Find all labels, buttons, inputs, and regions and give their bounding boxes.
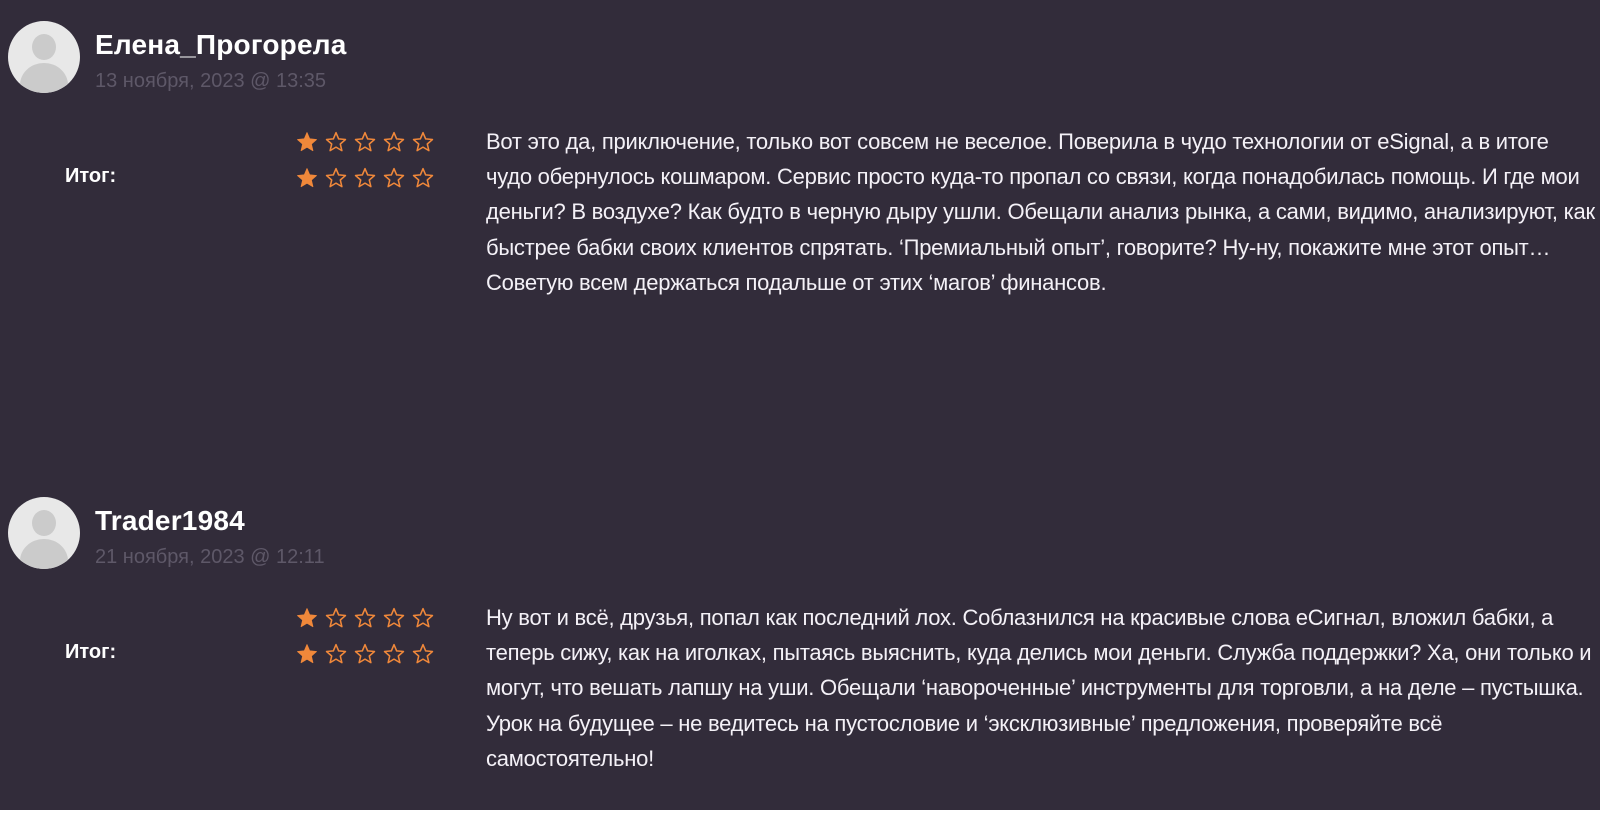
- star-filled-icon: [297, 168, 317, 188]
- rating-label: Итог:: [65, 165, 117, 187]
- review-card: Елена_Прогорела 13 ноября, 2023 @ 13:35 …: [0, 21, 1600, 361]
- star-outline-icon: [325, 131, 347, 152]
- avatar-icon: [8, 21, 80, 93]
- review-author: Елена_Прогорела: [95, 29, 347, 60]
- review-date: 21 ноября, 2023 @ 12:11: [95, 546, 325, 568]
- review-date: 13 ноября, 2023 @ 13:35: [95, 70, 327, 92]
- avatar-icon: [8, 497, 80, 569]
- star-outline-icon: [325, 643, 347, 664]
- review-text: Ну вот и всё, друзья, попал как последни…: [486, 605, 1592, 771]
- rating-label: Итог:: [65, 641, 117, 663]
- star-rating: [296, 167, 434, 189]
- review-card: Trader1984 21 ноября, 2023 @ 12:11 Итог:…: [0, 497, 1600, 797]
- star-outline-icon: [412, 167, 434, 188]
- page-bottom-divider: [0, 810, 1600, 814]
- review-text: Вот это да, приключение, только вот совс…: [486, 129, 1595, 295]
- star-outline-icon: [383, 131, 405, 152]
- star-outline-icon: [325, 167, 347, 188]
- review-author: Trader1984: [95, 505, 245, 536]
- star-outline-icon: [354, 607, 376, 628]
- star-outline-icon: [412, 607, 434, 628]
- star-rating: [296, 643, 434, 665]
- star-outline-icon: [354, 643, 376, 664]
- star-outline-icon: [412, 131, 434, 152]
- star-rating: [296, 131, 434, 153]
- star-outline-icon: [354, 167, 376, 188]
- star-filled-icon: [297, 644, 317, 664]
- star-rating: [296, 607, 434, 629]
- star-outline-icon: [354, 131, 376, 152]
- star-filled-icon: [297, 132, 317, 152]
- star-outline-icon: [325, 607, 347, 628]
- star-outline-icon: [412, 643, 434, 664]
- star-outline-icon: [383, 607, 405, 628]
- star-outline-icon: [383, 167, 405, 188]
- star-filled-icon: [297, 608, 317, 628]
- star-outline-icon: [383, 643, 405, 664]
